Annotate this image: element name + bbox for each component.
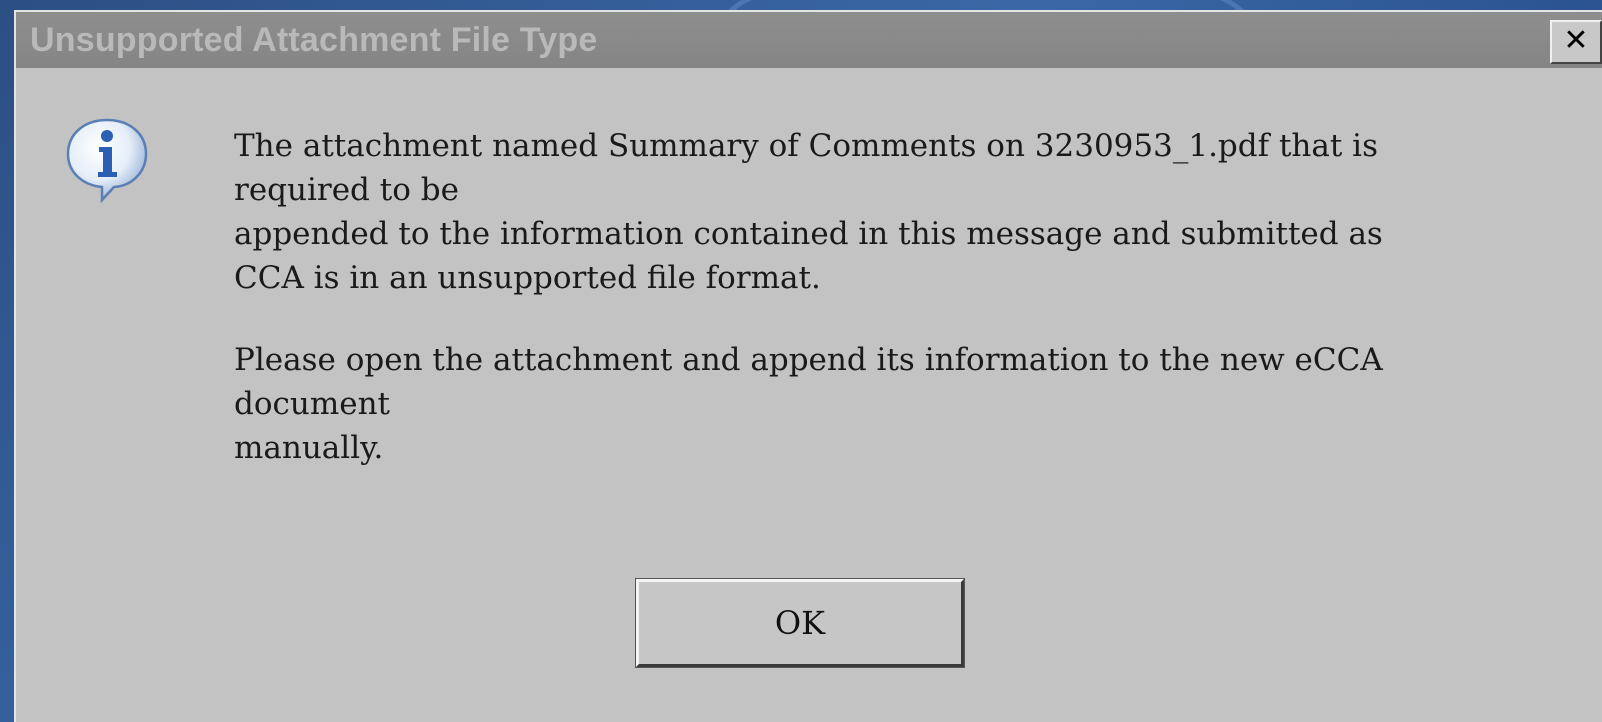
message-line: appended to the information contained in… <box>234 216 1383 252</box>
message-line: The attachment named Summary of Comments… <box>234 128 1378 164</box>
message-line: CCA is in an unsupported file format. <box>234 260 821 296</box>
unsupported-attachment-dialog: Unsupported Attachment File Type ✕ The a… <box>14 10 1602 722</box>
info-icon <box>66 118 148 204</box>
dialog-message: The attachment named Summary of Comments… <box>234 124 1574 470</box>
close-button[interactable]: ✕ <box>1550 20 1602 64</box>
message-line: required to be <box>234 172 459 208</box>
message-line: Please open the attachment and append it… <box>234 342 1383 378</box>
dialog-titlebar[interactable]: Unsupported Attachment File Type ✕ <box>16 12 1602 68</box>
ok-button-label: OK <box>774 604 826 642</box>
dialog-title: Unsupported Attachment File Type <box>30 21 598 59</box>
close-icon: ✕ <box>1563 23 1589 58</box>
ok-button[interactable]: OK <box>635 578 965 668</box>
message-line: document <box>234 386 390 422</box>
message-line: manually. <box>234 430 384 466</box>
